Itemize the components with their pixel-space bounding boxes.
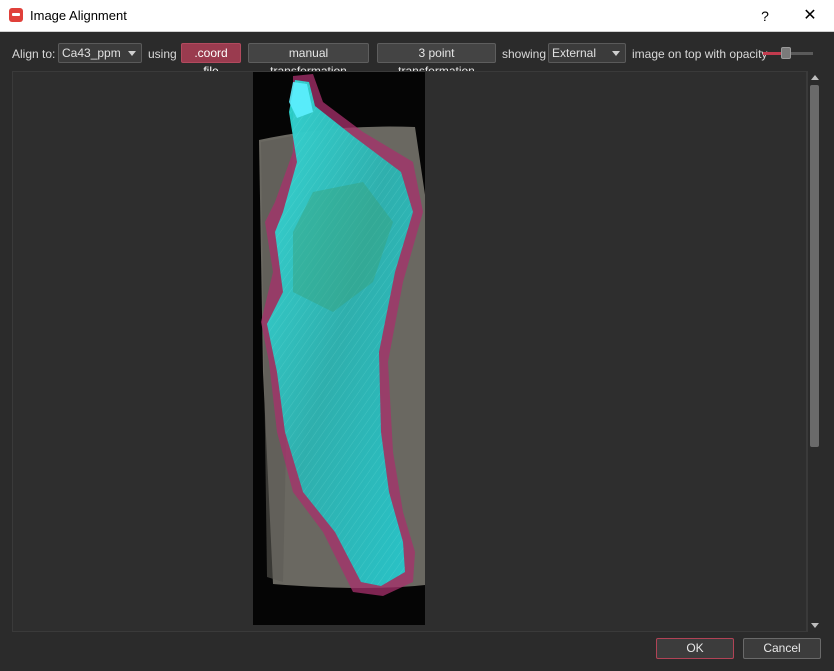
using-label: using [148, 47, 177, 61]
alignment-toolbar: Align to: Ca43_ppm using .coord file man… [0, 31, 834, 78]
opacity-label: image on top with opacity [632, 47, 768, 61]
showing-label: showing [502, 47, 547, 61]
scroll-up-icon[interactable] [810, 73, 820, 83]
scroll-down-icon[interactable] [810, 620, 820, 630]
showing-value: External [552, 46, 597, 60]
ok-button[interactable]: OK [656, 638, 734, 659]
vertical-scrollbar[interactable] [807, 71, 821, 632]
showing-dropdown[interactable]: External [548, 43, 626, 63]
title-bar: Image Alignment ? ✕ [0, 0, 834, 32]
align-target-value: Ca43_ppm [62, 46, 121, 60]
alignment-view[interactable] [12, 71, 807, 632]
close-button[interactable]: ✕ [797, 4, 823, 28]
coord-file-button[interactable]: .coord file [181, 43, 241, 78]
manual-transformation-button[interactable]: manual transformation [248, 43, 369, 78]
opacity-slider[interactable] [763, 47, 813, 61]
aligned-image [253, 72, 425, 625]
three-point-transformation-button[interactable]: 3 point transformation [377, 43, 496, 78]
chevron-down-icon [128, 51, 136, 56]
align-to-label: Align to: [12, 47, 56, 61]
align-target-dropdown[interactable]: Ca43_ppm [58, 43, 142, 63]
help-button[interactable]: ? [752, 4, 778, 28]
opacity-slider-handle[interactable] [781, 47, 791, 59]
window-title: Image Alignment [30, 8, 127, 23]
scrollbar-thumb[interactable] [810, 85, 819, 447]
chevron-down-icon [612, 51, 620, 56]
app-icon [9, 8, 23, 22]
cancel-button[interactable]: Cancel [743, 638, 821, 659]
